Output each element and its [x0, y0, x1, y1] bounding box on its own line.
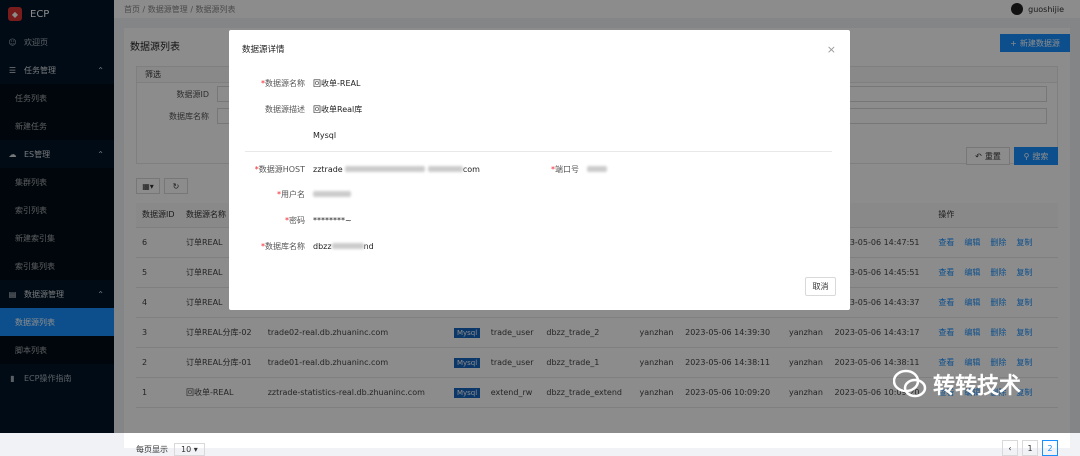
- modal-title: 数据源详情: [242, 45, 285, 55]
- host-label: *数据源HOST: [254, 164, 305, 174]
- page-size: 每页显示 10 ▾: [136, 443, 205, 456]
- watermark: 转转技术: [893, 368, 1021, 400]
- cancel-button[interactable]: 取消: [805, 277, 836, 296]
- page-1[interactable]: 1: [1022, 440, 1038, 456]
- desc-value: 回收单Real库: [313, 104, 363, 114]
- host-value: zztrade com: [313, 164, 480, 174]
- pwd-label: *密码: [285, 215, 305, 225]
- type-value: Mysql: [313, 130, 337, 140]
- divider: [245, 151, 832, 152]
- db-label: *数据库名称: [261, 241, 305, 251]
- watermark-text: 转转技术: [933, 374, 1022, 399]
- name-value: 回收单-REAL: [313, 78, 361, 88]
- name-label: *数据源名称: [261, 78, 305, 88]
- page-size-select[interactable]: 10 ▾: [174, 443, 205, 456]
- port-value: [587, 166, 607, 172]
- page-2[interactable]: 2: [1042, 440, 1058, 456]
- prev-page-icon[interactable]: ‹: [1002, 440, 1018, 456]
- user-value: [313, 191, 351, 197]
- page-size-label: 每页显示: [136, 445, 168, 454]
- wechat-icon: [893, 369, 927, 398]
- page-size-value: 10: [181, 445, 192, 454]
- datasource-detail-modal: 数据源详情 × *数据源名称 回收单-REAL 数据源描述 回收单Real库 Mys…: [229, 30, 850, 310]
- user-label: *用户名: [277, 189, 305, 199]
- port-label: *端口号: [551, 164, 579, 174]
- pwd-value: ********~: [313, 215, 352, 225]
- desc-label: 数据源描述: [265, 104, 305, 114]
- pagination: ‹ 1 2: [1002, 440, 1058, 456]
- close-icon[interactable]: ×: [827, 43, 836, 56]
- db-value: dbzz nd: [313, 241, 374, 251]
